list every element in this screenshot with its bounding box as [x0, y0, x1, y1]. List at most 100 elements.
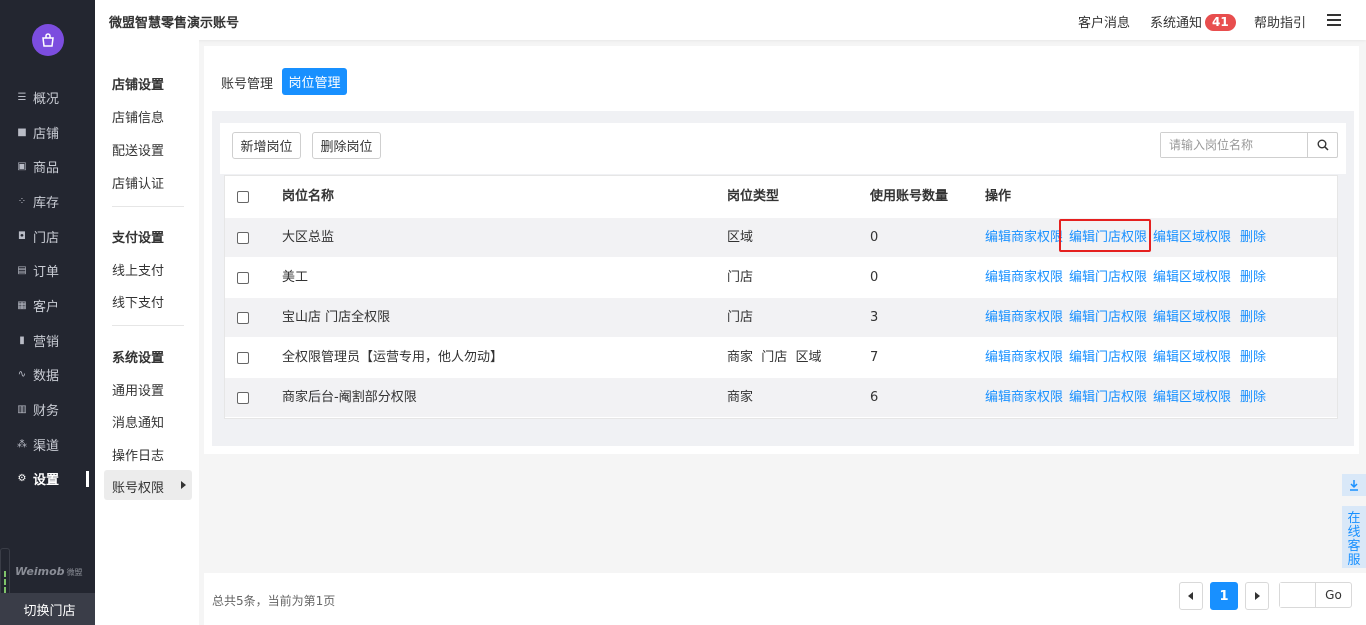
- delete-link[interactable]: 删除: [1240, 298, 1266, 338]
- brand-logo: Weimob 微盟: [15, 565, 83, 578]
- subnav-item-online-pay[interactable]: 线上支付: [112, 260, 164, 279]
- shop-logo-icon[interactable]: [32, 24, 64, 56]
- edit-merchant-permission-link[interactable]: 编辑商家权限: [985, 218, 1063, 258]
- goods-icon: ▣: [17, 161, 27, 173]
- edit-merchant-permission-link[interactable]: 编辑商家权限: [985, 298, 1063, 338]
- nav-item-label: 数据: [33, 369, 60, 385]
- select-all-checkbox[interactable]: [237, 191, 249, 203]
- subnav-item-oplog[interactable]: 操作日志: [112, 445, 164, 464]
- position-name: 全权限管理员【运营专用，他人勿动】: [282, 350, 504, 365]
- subnav-item-shop-info[interactable]: 店铺信息: [112, 107, 164, 126]
- subnav-group-system: 系统设置: [112, 351, 165, 366]
- edit-merchant-permission-link[interactable]: 编辑商家权限: [985, 338, 1063, 378]
- left-navigation: ☰ 概况 ■ 店铺 ▣ 商品 ⁘ 库存 ◘ 门店 ▤ 订单 ▦ 客户 ▮ 营销 ∿ 数据 ▥ 财务 …: [0, 0, 95, 625]
- edit-store-permission-link[interactable]: 编辑门店权限: [1069, 378, 1147, 418]
- row-checkbox[interactable]: [237, 272, 249, 284]
- column-header-count: 使用账号数量: [870, 189, 949, 204]
- tab-account-management[interactable]: 账号管理: [221, 73, 273, 92]
- switch-store-button[interactable]: 切换门店: [0, 593, 95, 625]
- table-row: 大区总监 区域 0 编辑商家权限 编辑门店权限 编辑区域权限 删除: [225, 218, 1337, 258]
- row-checkbox[interactable]: [237, 392, 249, 404]
- subnav-item-account-permission[interactable]: 账号权限: [104, 470, 192, 500]
- tab-position-management[interactable]: 岗位管理: [282, 68, 347, 95]
- prev-page-button[interactable]: [1179, 582, 1203, 610]
- nav-item-label: 库存: [33, 195, 60, 211]
- table-row: 宝山店 门店全权限 门店 3 编辑商家权限 编辑门店权限 编辑区域权限 删除: [225, 298, 1337, 338]
- nav-item-inventory[interactable]: ⁘ 库存: [0, 184, 95, 219]
- top-header: 微盟智慧零售演示账号 客户消息 系统通知 41 帮助指引: [95, 0, 1366, 40]
- row-checkbox[interactable]: [237, 312, 249, 324]
- nav-item-label: 店铺: [33, 126, 60, 142]
- position-search-input[interactable]: [1161, 133, 1307, 157]
- order-icon: ▤: [17, 265, 27, 277]
- download-icon[interactable]: [1342, 474, 1366, 496]
- position-name: 商家后台-阉割部分权限: [282, 390, 417, 405]
- settings-icon: ⚙: [17, 473, 27, 485]
- delete-position-button[interactable]: 删除岗位: [312, 132, 381, 159]
- edit-region-permission-link[interactable]: 编辑区域权限: [1153, 378, 1231, 418]
- delete-link[interactable]: 删除: [1240, 258, 1266, 298]
- pagination-footer: 总共5条，当前为第1页 1 Go: [204, 573, 1366, 625]
- nav-item-label: 门店: [33, 230, 60, 246]
- nav-item-store[interactable]: ◘ 门店: [0, 219, 95, 254]
- position-type: 门店: [727, 310, 754, 325]
- next-page-button[interactable]: [1245, 582, 1269, 610]
- nav-item-shop[interactable]: ■ 店铺: [0, 115, 95, 150]
- subnav-item-offline-pay[interactable]: 线下支付: [112, 292, 164, 311]
- page-1-button[interactable]: 1: [1210, 582, 1238, 610]
- subnav-item-general[interactable]: 通用设置: [112, 380, 164, 399]
- delete-link[interactable]: 删除: [1240, 218, 1266, 258]
- goto-page: Go: [1279, 582, 1352, 608]
- delete-link[interactable]: 删除: [1240, 378, 1266, 418]
- nav-item-goods[interactable]: ▣ 商品: [0, 149, 95, 184]
- edit-merchant-permission-link[interactable]: 编辑商家权限: [985, 378, 1063, 418]
- nav-item-finance[interactable]: ▥ 财务: [0, 392, 95, 427]
- delete-link[interactable]: 删除: [1240, 338, 1266, 378]
- nav-item-data[interactable]: ∿ 数据: [0, 358, 95, 393]
- subnav-divider: [112, 325, 184, 326]
- store-icon: ◘: [18, 230, 26, 242]
- subnav-item-delivery[interactable]: 配送设置: [112, 140, 164, 159]
- finance-icon: ▥: [17, 404, 27, 416]
- nav-item-label: 概况: [33, 91, 60, 107]
- hamburger-menu-icon[interactable]: [1327, 14, 1341, 26]
- search-box: [1160, 132, 1338, 158]
- online-service-button[interactable]: 在线客服: [1342, 506, 1366, 568]
- goto-page-input[interactable]: [1280, 583, 1316, 607]
- help-guide-link[interactable]: 帮助指引: [1254, 12, 1306, 31]
- subnav-item-shop-cert[interactable]: 店铺认证: [112, 173, 164, 192]
- nav-item-settings[interactable]: ⚙ 设置: [0, 462, 95, 497]
- edit-region-permission-link[interactable]: 编辑区域权限: [1153, 218, 1231, 258]
- edit-merchant-permission-link[interactable]: 编辑商家权限: [985, 258, 1063, 298]
- edit-store-permission-link[interactable]: 编辑门店权限: [1069, 298, 1147, 338]
- position-name: 宝山店 门店全权限: [282, 310, 391, 325]
- nav-item-overview[interactable]: ☰ 概况: [0, 80, 95, 115]
- caret-left-icon: [1188, 592, 1193, 600]
- subnav-item-message[interactable]: 消息通知: [112, 412, 164, 431]
- nav-item-channel[interactable]: ⁂ 渠道: [0, 427, 95, 462]
- edit-store-permission-link[interactable]: 编辑门店权限: [1069, 338, 1147, 378]
- row-checkbox[interactable]: [237, 232, 249, 244]
- search-button[interactable]: [1307, 133, 1337, 157]
- add-position-button[interactable]: 新增岗位: [232, 132, 301, 159]
- nav-item-order[interactable]: ▤ 订单: [0, 253, 95, 288]
- edit-store-permission-link[interactable]: 编辑门店权限: [1069, 258, 1147, 298]
- edit-region-permission-link[interactable]: 编辑区域权限: [1153, 298, 1231, 338]
- customer-message-link[interactable]: 客户消息: [1078, 12, 1130, 31]
- account-count: 0: [870, 270, 879, 285]
- column-header-actions: 操作: [985, 189, 1012, 204]
- nav-item-marketing[interactable]: ▮ 营销: [0, 323, 95, 358]
- nav-item-label: 渠道: [33, 438, 60, 454]
- table-row: 全权限管理员【运营专用，他人勿动】 商家 门店 区域 7 编辑商家权限 编辑门店…: [225, 338, 1337, 378]
- account-title: 微盟智慧零售演示账号: [109, 16, 240, 31]
- position-type: 门店: [727, 270, 754, 285]
- system-notice-link[interactable]: 系统通知 41: [1150, 12, 1236, 31]
- edit-region-permission-link[interactable]: 编辑区域权限: [1153, 258, 1231, 298]
- shop-icon: ■: [17, 126, 27, 138]
- go-button[interactable]: Go: [1316, 583, 1351, 607]
- notice-count-badge: 41: [1205, 14, 1236, 31]
- nav-item-customer[interactable]: ▦ 客户: [0, 288, 95, 323]
- row-checkbox[interactable]: [237, 352, 249, 364]
- nav-item-label: 营销: [33, 334, 60, 350]
- edit-region-permission-link[interactable]: 编辑区域权限: [1153, 338, 1231, 378]
